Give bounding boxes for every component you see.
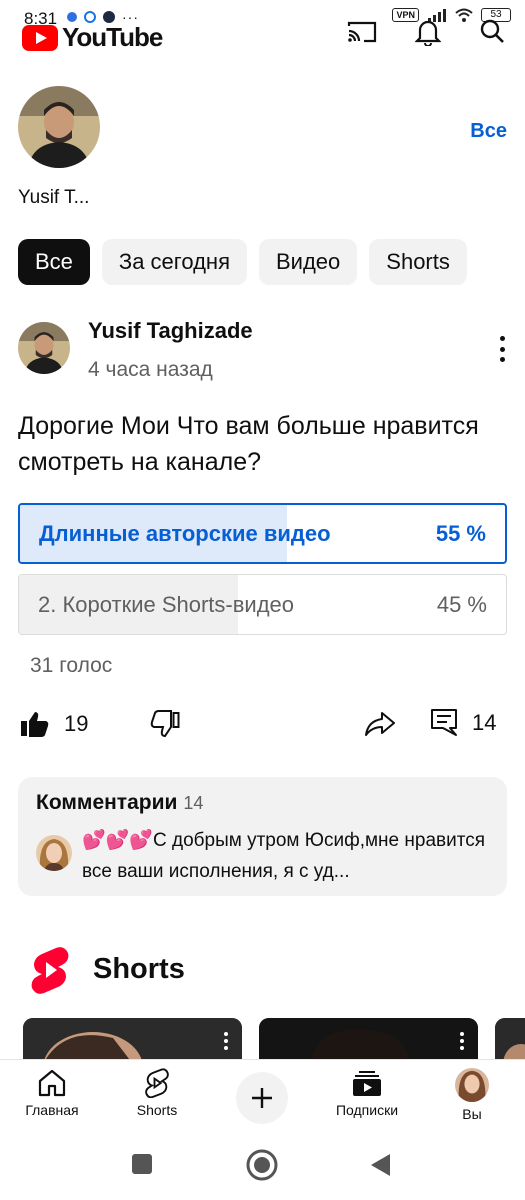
hearts-emoji: 💕💕💕 bbox=[82, 830, 153, 851]
poll-option-2[interactable]: 2. Короткие Shorts-видео 45 % bbox=[18, 574, 507, 635]
shorts-icon bbox=[145, 1068, 169, 1098]
post-text: Дорогие Мои Что вам больше нравится смот… bbox=[18, 412, 479, 476]
channel-avatar-image bbox=[18, 86, 100, 168]
recent-apps-icon[interactable] bbox=[130, 1152, 154, 1176]
you-avatar-image bbox=[455, 1068, 489, 1102]
comments-title-text: Комментарии bbox=[36, 791, 178, 814]
create-button[interactable] bbox=[236, 1072, 288, 1124]
shorts-card-1[interactable] bbox=[23, 1018, 242, 1064]
nav-shorts[interactable]: Shorts bbox=[117, 1068, 197, 1118]
comments-button[interactable]: 14 bbox=[430, 708, 496, 738]
notifications-bell-icon[interactable] bbox=[415, 18, 441, 46]
post-actions: 19 14 bbox=[0, 706, 525, 746]
home-icon bbox=[38, 1069, 66, 1097]
poll-option-1-percent: 55 % bbox=[435, 520, 486, 546]
all-channels-link[interactable]: Все bbox=[470, 120, 507, 143]
bottom-navigation: Главная Shorts Подписки Вы bbox=[0, 1059, 525, 1139]
shorts-card-2-menu-icon[interactable] bbox=[460, 1032, 464, 1050]
nav-subscriptions-label: Подписки bbox=[335, 1102, 399, 1118]
filter-chips: Все За сегодня Видео Shorts bbox=[18, 239, 467, 285]
post-menu-icon[interactable] bbox=[497, 336, 507, 362]
poll-option-2-percent: 45 % bbox=[436, 591, 487, 617]
nav-shorts-label: Shorts bbox=[136, 1102, 178, 1118]
channel-name[interactable]: Yusif T... bbox=[18, 187, 89, 209]
youtube-play-icon bbox=[22, 24, 58, 51]
channel-avatar[interactable] bbox=[18, 86, 100, 168]
nav-subscriptions[interactable]: Подписки bbox=[327, 1068, 407, 1118]
comments-count: 14 bbox=[183, 793, 204, 813]
home-button-icon[interactable] bbox=[245, 1148, 279, 1182]
comment-preview-text: 💕💕💕С добрым утром Юсиф,мне нравится все … bbox=[82, 825, 492, 887]
like-count: 19 bbox=[64, 711, 89, 736]
post-author-avatar[interactable] bbox=[18, 322, 70, 374]
app-header: YouTube bbox=[0, 18, 525, 54]
poll-option-1-label: Длинные авторские видео bbox=[39, 520, 331, 546]
comment-icon bbox=[431, 709, 457, 736]
poll-vote-count: 31 голос bbox=[30, 654, 113, 677]
shorts-card-2[interactable] bbox=[259, 1018, 478, 1064]
shorts-card-1-menu-icon[interactable] bbox=[224, 1032, 228, 1050]
comments-preview[interactable]: Комментарии 14 💕💕💕С добрым утром Юсиф,мне… bbox=[18, 777, 507, 896]
nav-you-label: Вы bbox=[462, 1106, 482, 1122]
poll-option-1[interactable]: Длинные авторские видео 55 % bbox=[18, 503, 507, 564]
shorts-logo-icon bbox=[31, 947, 69, 994]
avatar bbox=[455, 1068, 489, 1102]
chip-videos[interactable]: Видео bbox=[259, 239, 358, 285]
like-icon bbox=[21, 712, 49, 737]
comments-title: Комментарии 14 bbox=[36, 791, 203, 815]
post-author-avatar-image bbox=[18, 322, 70, 374]
dislike-button[interactable] bbox=[150, 710, 180, 738]
comment-count: 14 bbox=[472, 710, 497, 735]
back-icon[interactable] bbox=[368, 1152, 392, 1178]
search-icon[interactable] bbox=[479, 18, 505, 46]
nav-home-label: Главная bbox=[25, 1102, 79, 1118]
post-author-name[interactable]: Yusif Taghizade bbox=[88, 318, 253, 344]
share-icon bbox=[365, 712, 395, 736]
chip-shorts[interactable]: Shorts bbox=[369, 239, 467, 285]
dislike-icon bbox=[150, 710, 180, 738]
nav-home[interactable]: Главная bbox=[12, 1068, 92, 1118]
shorts-section-title: Shorts bbox=[93, 953, 185, 985]
like-button[interactable]: 19 bbox=[20, 710, 88, 738]
share-button[interactable] bbox=[364, 710, 396, 738]
shorts-thumbnail-2 bbox=[259, 1018, 478, 1064]
plus-icon bbox=[252, 1088, 272, 1108]
commenter-avatar-image bbox=[36, 835, 72, 871]
youtube-wordmark: YouTube bbox=[62, 22, 163, 52]
commenter-avatar bbox=[36, 835, 72, 871]
system-navigation bbox=[0, 1140, 525, 1200]
chip-today[interactable]: За сегодня bbox=[101, 239, 247, 285]
post-timestamp: 4 часа назад bbox=[88, 358, 213, 381]
chip-all[interactable]: Все bbox=[18, 239, 90, 285]
nav-you[interactable]: Вы bbox=[432, 1068, 512, 1122]
cast-icon[interactable] bbox=[347, 20, 377, 44]
shorts-card-3[interactable] bbox=[495, 1018, 525, 1064]
shorts-thumbnail-3 bbox=[495, 1018, 525, 1064]
poll-option-2-label: 2. Короткие Shorts-видео bbox=[38, 591, 295, 617]
shorts-thumbnail-1 bbox=[23, 1018, 242, 1064]
subscriptions-icon bbox=[353, 1071, 381, 1096]
youtube-logo[interactable]: YouTube bbox=[22, 22, 163, 53]
